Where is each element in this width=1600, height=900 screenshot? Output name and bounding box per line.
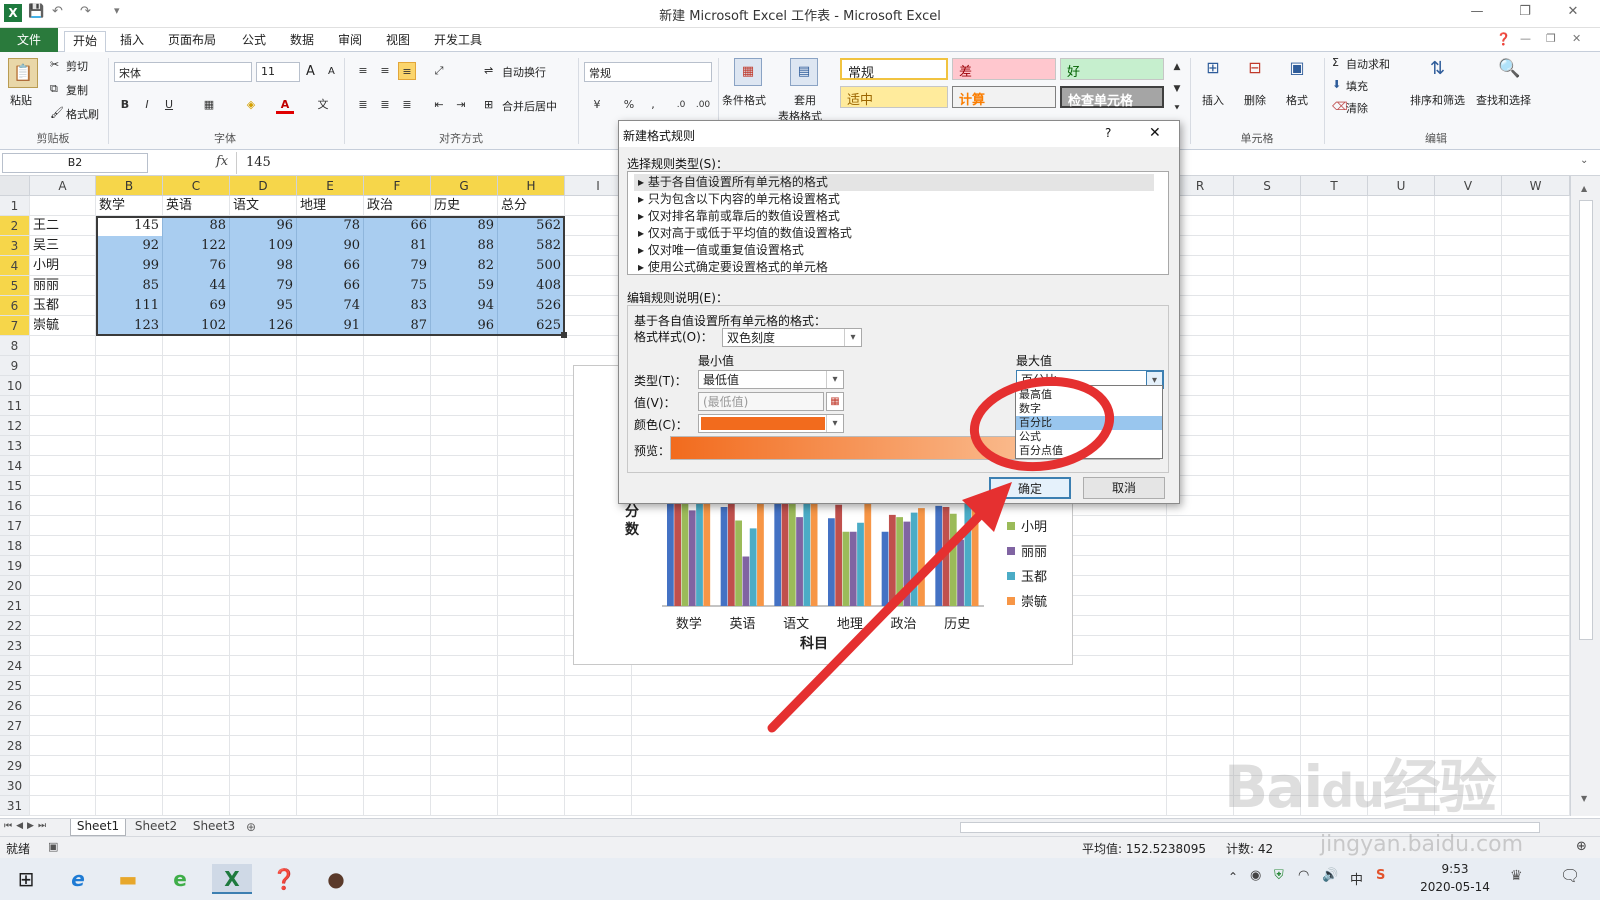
watermark-url: jingyan.baidu.com [1320,832,1524,857]
notification-icon[interactable]: ♛ [1510,868,1523,884]
volume-icon[interactable]: 🔊 [1322,868,1338,883]
file-explorer-icon[interactable]: ▬ [108,864,148,894]
pointer-arrow [767,505,990,733]
edge-browser-icon[interactable]: e [58,864,98,894]
windows-start-icon[interactable]: ⊞ [6,864,46,894]
sheet-tab-active[interactable]: Sheet1 [70,819,126,836]
status-average: 平均值: 152.5238095 [1082,842,1207,856]
zoom-in-icon[interactable]: ⊕ [1576,839,1587,854]
browser-icon[interactable]: e [160,864,200,894]
game-app-icon[interactable]: ● [316,864,356,894]
macro-record-icon[interactable]: ▣ [48,840,58,853]
sheet-nav-arrows-icon[interactable]: ⏮◀▶⏭ [4,821,50,831]
status-ready: 就绪 [6,842,31,856]
clock-time[interactable]: 9:53 [1420,862,1490,876]
taskbar: ⊞ e ▬ e X ❓ ● ⌃ ◉ ⛨ ◠ 🔊 中 S 9:53 2020-05… [0,858,1600,900]
action-center-icon[interactable]: 🗨 [1560,866,1580,885]
highlight-circle [969,376,1115,472]
status-count: 计数: 42 [1226,842,1274,856]
new-sheet-icon[interactable]: ⊕ [246,820,256,834]
sheet-tab[interactable]: Sheet2 [128,819,184,836]
security-icon[interactable]: ⛨ [1274,868,1284,883]
show-hidden-icons-icon[interactable]: ⌃ [1228,870,1238,884]
excel-taskbar-icon[interactable]: X [212,864,252,894]
clock-date[interactable]: 2020-05-14 [1410,880,1500,894]
ime-indicator[interactable]: 中 [1350,869,1363,888]
watermark-logo: Baidu经验 [1224,753,1497,821]
help-app-icon[interactable]: ❓ [264,864,304,894]
wifi-icon[interactable]: ◠ [1298,868,1309,883]
sogou-ime-icon[interactable]: S [1376,868,1385,883]
tray-app-icon[interactable]: ◉ [1250,868,1261,883]
sheet-tab[interactable]: Sheet3 [186,819,242,836]
